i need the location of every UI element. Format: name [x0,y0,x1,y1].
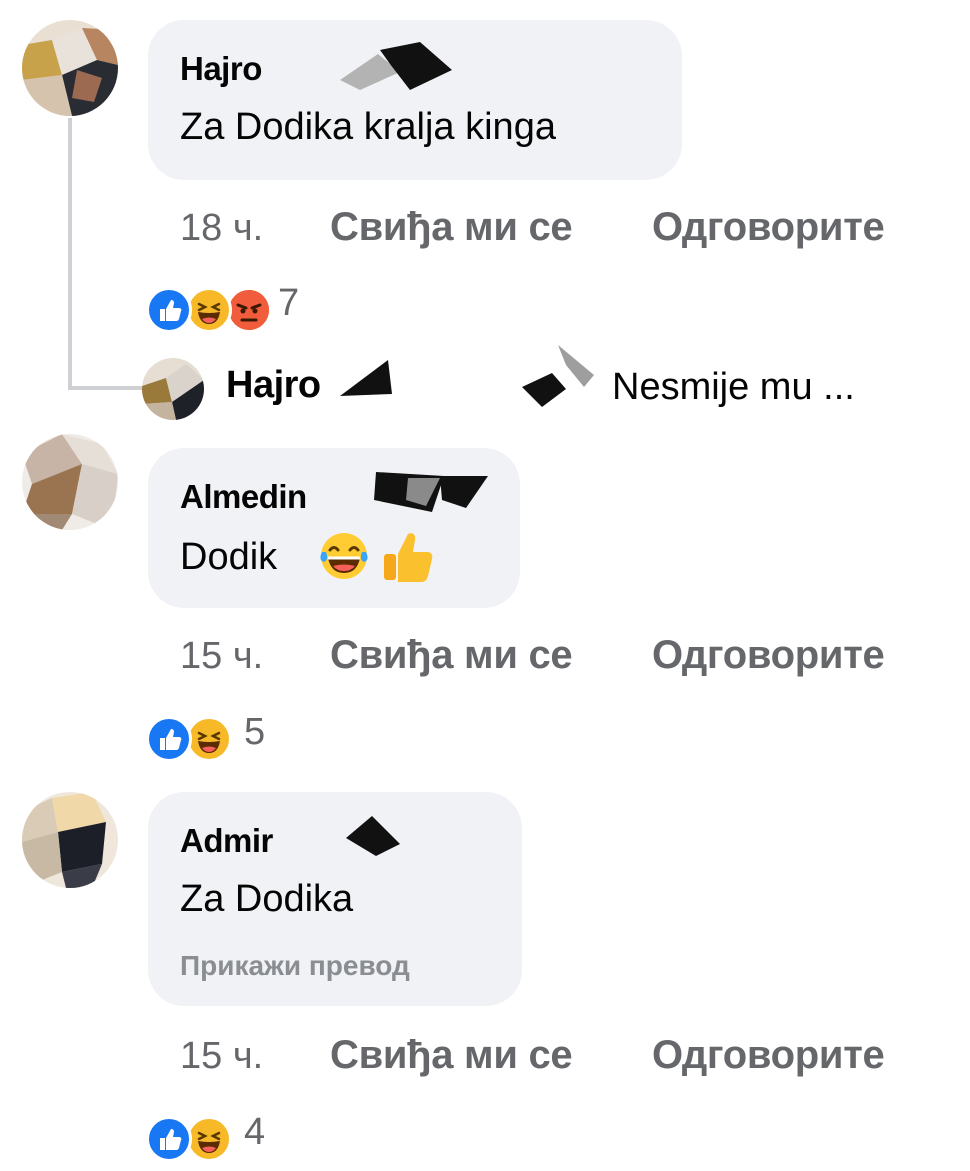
like-reaction-icon [146,287,192,333]
thread-line-vertical [68,118,72,388]
comment-author[interactable]: Hajro [180,50,262,88]
redacted-name-mark [346,816,400,856]
comment-text: Dodik [180,536,278,578]
avatar[interactable] [22,792,118,888]
show-translation-link[interactable]: Прикажи превод [180,950,410,982]
redacted-name-mark [340,360,392,396]
reply-button[interactable]: Одговорите [652,205,885,250]
avatar[interactable] [22,434,118,530]
haha-reaction-icon [186,287,232,333]
like-button[interactable]: Свиђа ми се [330,633,573,678]
reply-button[interactable]: Одговорите [652,633,885,678]
reply-author[interactable]: Hajro [226,364,321,407]
haha-reaction-icon [186,1116,232,1162]
reply-avatar[interactable] [142,358,204,420]
thread-line-horizontal [68,386,142,390]
comment-text: Za Dodika [180,878,354,920]
like-button[interactable]: Свиђа ми се [330,205,573,250]
haha-reaction-icon [186,716,232,762]
redacted-name-mark [374,472,488,512]
comment-author[interactable]: Almedin [180,478,307,516]
reaction-count: 7 [278,282,300,324]
reaction-count: 5 [244,711,266,753]
like-reaction-icon [146,716,192,762]
redacted-name-mark [340,42,452,90]
avatar[interactable] [22,20,118,116]
reply-text: Nesmije mu ... [612,366,855,408]
comment-timestamp[interactable]: 18 ч. [180,207,263,250]
comment-timestamp[interactable]: 15 ч. [180,1035,263,1078]
laughing-tears-emoji-icon [320,533,368,579]
comment-author[interactable]: Admir [180,822,273,860]
reaction-count: 4 [244,1111,266,1153]
thumbs-up-emoji-icon [384,533,433,582]
comment-text: Za Dodika kralja kinga [180,106,556,148]
comment-timestamp[interactable]: 15 ч. [180,635,263,678]
redacted-name-mark [522,345,594,407]
angry-reaction-icon [226,287,272,333]
like-reaction-icon [146,1116,192,1162]
like-button[interactable]: Свиђа ми се [330,1033,573,1078]
reply-button[interactable]: Одговорите [652,1033,885,1078]
